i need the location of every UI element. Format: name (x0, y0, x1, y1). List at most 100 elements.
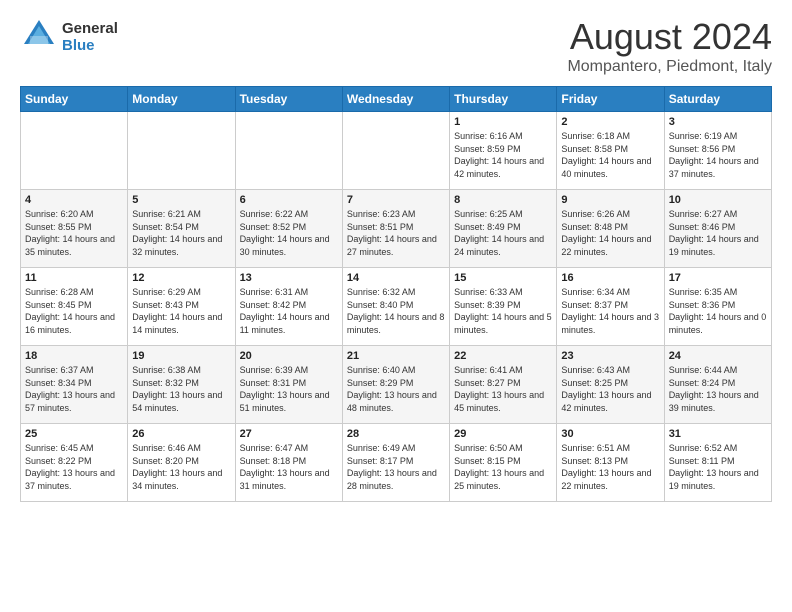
day-number: 16 (561, 272, 659, 284)
week-row-4: 25 Sunrise: 6:45 AM Sunset: 8:22 PM Dayli… (21, 424, 772, 502)
calendar-cell: 1 Sunrise: 6:16 AM Sunset: 8:59 PM Daylig… (450, 112, 557, 190)
day-number: 15 (454, 272, 552, 284)
calendar-cell: 24 Sunrise: 6:44 AM Sunset: 8:24 PM Dayli… (664, 346, 771, 424)
day-info: Sunrise: 6:39 AM Sunset: 8:31 PM Dayligh… (240, 364, 338, 414)
day-info: Sunrise: 6:38 AM Sunset: 8:32 PM Dayligh… (132, 364, 230, 414)
calendar-cell (128, 112, 235, 190)
day-number: 6 (240, 194, 338, 206)
day-info: Sunrise: 6:44 AM Sunset: 8:24 PM Dayligh… (669, 364, 767, 414)
day-number: 31 (669, 428, 767, 440)
calendar-cell: 2 Sunrise: 6:18 AM Sunset: 8:58 PM Daylig… (557, 112, 664, 190)
day-number: 1 (454, 116, 552, 128)
day-number: 4 (25, 194, 123, 206)
day-info: Sunrise: 6:20 AM Sunset: 8:55 PM Dayligh… (25, 208, 123, 258)
calendar-cell: 17Sunrise: 6:35 AM Sunset: 8:36 PM Dayli… (664, 268, 771, 346)
calendar-cell: 9 Sunrise: 6:26 AM Sunset: 8:48 PM Daylig… (557, 190, 664, 268)
calendar-cell: 3 Sunrise: 6:19 AM Sunset: 8:56 PM Daylig… (664, 112, 771, 190)
day-info: Sunrise: 6:49 AM Sunset: 8:17 PM Dayligh… (347, 442, 445, 492)
day-info: Sunrise: 6:16 AM Sunset: 8:59 PM Dayligh… (454, 130, 552, 180)
calendar-cell (342, 112, 449, 190)
calendar-body: 1 Sunrise: 6:16 AM Sunset: 8:59 PM Daylig… (21, 112, 772, 502)
calendar-cell: 7Sunrise: 6:23 AM Sunset: 8:51 PM Daylig… (342, 190, 449, 268)
calendar-cell (21, 112, 128, 190)
day-info: Sunrise: 6:22 AM Sunset: 8:52 PM Dayligh… (240, 208, 338, 258)
title-block: August 2024 Mompantero, Piedmont, Italy (567, 16, 772, 76)
header-sunday: Sunday (21, 87, 128, 112)
day-number: 30 (561, 428, 659, 440)
calendar-cell: 12Sunrise: 6:29 AM Sunset: 8:43 PM Dayli… (128, 268, 235, 346)
day-number: 22 (454, 350, 552, 362)
header-saturday: Saturday (664, 87, 771, 112)
day-info: Sunrise: 6:18 AM Sunset: 8:58 PM Dayligh… (561, 130, 659, 180)
day-number: 2 (561, 116, 659, 128)
header: General Blue August 2024 Mompantero, Pie… (20, 16, 772, 76)
calendar-cell: 22 Sunrise: 6:41 AM Sunset: 8:27 PM Dayli… (450, 346, 557, 424)
day-info: Sunrise: 6:45 AM Sunset: 8:22 PM Dayligh… (25, 442, 123, 492)
day-number: 18 (25, 350, 123, 362)
day-info: Sunrise: 6:51 AM Sunset: 8:13 PM Dayligh… (561, 442, 659, 492)
calendar-cell: 20Sunrise: 6:39 AM Sunset: 8:31 PM Dayli… (235, 346, 342, 424)
header-row: SundayMondayTuesdayWednesdayThursdayFrid… (21, 87, 772, 112)
header-tuesday: Tuesday (235, 87, 342, 112)
header-friday: Friday (557, 87, 664, 112)
day-number: 19 (132, 350, 230, 362)
calendar-cell: 28 Sunrise: 6:49 AM Sunset: 8:17 PM Dayli… (342, 424, 449, 502)
day-info: Sunrise: 6:19 AM Sunset: 8:56 PM Dayligh… (669, 130, 767, 180)
calendar-header: SundayMondayTuesdayWednesdayThursdayFrid… (21, 87, 772, 112)
day-number: 21 (347, 350, 445, 362)
day-info: Sunrise: 6:34 AM Sunset: 8:37 PM Dayligh… (561, 286, 659, 336)
calendar-cell: 15Sunrise: 6:33 AM Sunset: 8:39 PM Dayli… (450, 268, 557, 346)
calendar-cell: 27Sunrise: 6:47 AM Sunset: 8:18 PM Dayli… (235, 424, 342, 502)
day-info: Sunrise: 6:37 AM Sunset: 8:34 PM Dayligh… (25, 364, 123, 414)
header-wednesday: Wednesday (342, 87, 449, 112)
day-number: 14 (347, 272, 445, 284)
calendar-cell: 23Sunrise: 6:43 AM Sunset: 8:25 PM Dayli… (557, 346, 664, 424)
calendar-cell: 5 Sunrise: 6:21 AM Sunset: 8:54 PM Daylig… (128, 190, 235, 268)
day-number: 12 (132, 272, 230, 284)
day-number: 13 (240, 272, 338, 284)
day-number: 23 (561, 350, 659, 362)
calendar-cell: 30 Sunrise: 6:51 AM Sunset: 8:13 PM Dayli… (557, 424, 664, 502)
day-info: Sunrise: 6:52 AM Sunset: 8:11 PM Dayligh… (669, 442, 767, 492)
day-info: Sunrise: 6:31 AM Sunset: 8:42 PM Dayligh… (240, 286, 338, 336)
day-number: 3 (669, 116, 767, 128)
day-number: 24 (669, 350, 767, 362)
day-info: Sunrise: 6:27 AM Sunset: 8:46 PM Dayligh… (669, 208, 767, 258)
day-info: Sunrise: 6:50 AM Sunset: 8:15 PM Dayligh… (454, 442, 552, 492)
calendar-cell: 13 Sunrise: 6:31 AM Sunset: 8:42 PM Dayli… (235, 268, 342, 346)
day-number: 25 (25, 428, 123, 440)
day-info: Sunrise: 6:35 AM Sunset: 8:36 PM Dayligh… (669, 286, 767, 336)
calendar-cell: 18 Sunrise: 6:37 AM Sunset: 8:34 PM Dayli… (21, 346, 128, 424)
calendar-cell: 31 Sunrise: 6:52 AM Sunset: 8:11 PM Dayli… (664, 424, 771, 502)
day-info: Sunrise: 6:32 AM Sunset: 8:40 PM Dayligh… (347, 286, 445, 336)
day-number: 10 (669, 194, 767, 206)
week-row-2: 11Sunrise: 6:28 AM Sunset: 8:45 PM Dayli… (21, 268, 772, 346)
calendar-cell: 26Sunrise: 6:46 AM Sunset: 8:20 PM Dayli… (128, 424, 235, 502)
calendar-cell: 6 Sunrise: 6:22 AM Sunset: 8:52 PM Daylig… (235, 190, 342, 268)
calendar-cell: 21Sunrise: 6:40 AM Sunset: 8:29 PM Dayli… (342, 346, 449, 424)
day-number: 8 (454, 194, 552, 206)
week-row-0: 1 Sunrise: 6:16 AM Sunset: 8:59 PM Daylig… (21, 112, 772, 190)
day-info: Sunrise: 6:25 AM Sunset: 8:49 PM Dayligh… (454, 208, 552, 258)
calendar-cell: 8 Sunrise: 6:25 AM Sunset: 8:49 PM Daylig… (450, 190, 557, 268)
day-number: 29 (454, 428, 552, 440)
logo-general-label: General (62, 21, 118, 38)
day-info: Sunrise: 6:47 AM Sunset: 8:18 PM Dayligh… (240, 442, 338, 492)
day-info: Sunrise: 6:46 AM Sunset: 8:20 PM Dayligh… (132, 442, 230, 492)
day-info: Sunrise: 6:28 AM Sunset: 8:45 PM Dayligh… (25, 286, 123, 336)
week-row-3: 18 Sunrise: 6:37 AM Sunset: 8:34 PM Dayli… (21, 346, 772, 424)
logo-blue-label: Blue (62, 38, 118, 55)
logo: General Blue (20, 16, 118, 59)
location-title: Mompantero, Piedmont, Italy (567, 58, 772, 76)
day-info: Sunrise: 6:41 AM Sunset: 8:27 PM Dayligh… (454, 364, 552, 414)
logo-text: General Blue (62, 21, 118, 54)
day-number: 9 (561, 194, 659, 206)
calendar-cell (235, 112, 342, 190)
calendar-cell: 25 Sunrise: 6:45 AM Sunset: 8:22 PM Dayli… (21, 424, 128, 502)
day-number: 28 (347, 428, 445, 440)
calendar-cell: 16 Sunrise: 6:34 AM Sunset: 8:37 PM Dayli… (557, 268, 664, 346)
day-number: 5 (132, 194, 230, 206)
day-info: Sunrise: 6:26 AM Sunset: 8:48 PM Dayligh… (561, 208, 659, 258)
header-thursday: Thursday (450, 87, 557, 112)
day-info: Sunrise: 6:21 AM Sunset: 8:54 PM Dayligh… (132, 208, 230, 258)
